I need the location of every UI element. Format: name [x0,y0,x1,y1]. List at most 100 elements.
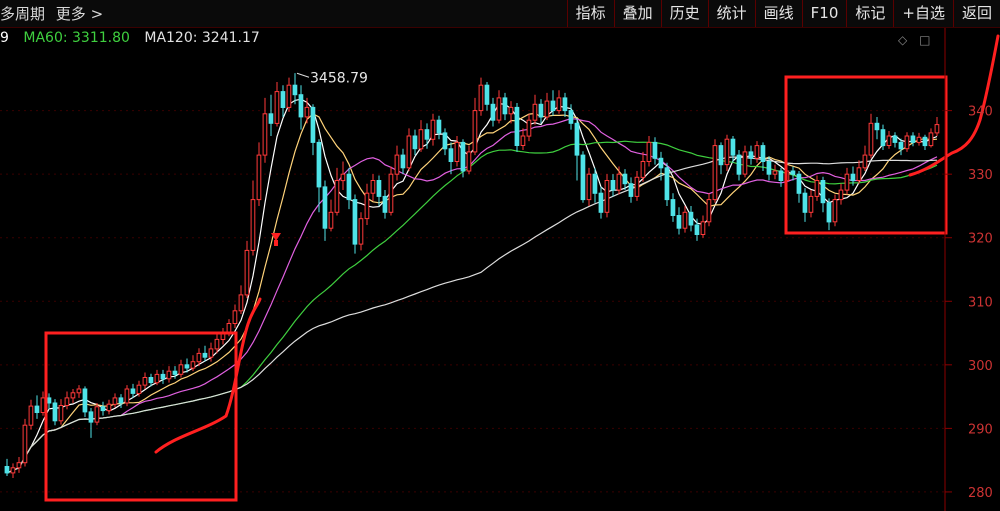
more-button[interactable]: 更多 > [56,5,103,23]
history-button[interactable]: 历史 [660,0,708,27]
candle-body [136,384,142,395]
candle-body [724,138,730,166]
candle-body [766,161,772,175]
candle-body [778,170,784,181]
candle-body [604,180,610,213]
candle-body [574,122,580,156]
candle-body [826,202,832,223]
moving-average-lines [6,98,938,474]
candle-body [388,173,394,213]
candle-body [184,364,190,369]
candle-body [598,192,604,213]
candle-body [28,405,34,426]
candle-body [676,215,682,229]
candle-body [310,106,316,143]
candle-body [304,106,310,118]
candle-body [508,106,514,115]
candle-body [772,170,778,175]
candle-body [76,388,82,394]
candle-body [400,154,406,169]
candle-body [754,145,760,159]
candle-body [586,173,592,201]
candle-body [868,122,874,156]
candle-body [22,424,28,464]
candle-body [514,106,520,146]
candle-body [616,173,622,191]
candle-body [58,405,64,422]
candle-body [274,91,280,124]
candle-body [316,141,322,188]
candle-body [256,154,262,201]
candle-body [454,141,460,163]
candle-body [430,119,436,140]
y-tick-label: 330 [968,168,993,183]
indicator-button[interactable]: 指标 [566,0,614,27]
ma20-line [6,117,938,474]
candle-body [466,151,472,172]
candle-body [142,377,148,386]
candle-body [70,392,76,399]
candle-body [520,135,526,146]
candle-body [628,183,634,197]
candle-body [322,186,328,229]
candle-body [190,361,196,369]
annotation-stroke-left [154,297,262,454]
add-watchlist-button[interactable]: +自选 [893,0,953,27]
candle-body [568,110,574,124]
candle-body [100,406,106,412]
candle-body [346,173,352,201]
candle-body [580,154,586,201]
y-tick-label: 340 [968,105,993,120]
multi-period-button[interactable]: 多周期 [0,5,45,23]
candle-body [478,84,484,112]
candle-body [94,406,100,423]
statistics-button[interactable]: 统计 [707,0,755,27]
candle-body [502,97,508,115]
annotation-box-left [44,331,238,502]
overlay-button[interactable]: 叠加 [613,0,661,27]
candle-body [874,122,880,131]
candle-body [88,411,94,423]
candle-body [106,403,112,412]
candle-body [550,100,556,112]
candle-body [910,135,916,143]
candle-body [538,103,544,118]
candle-body [208,348,214,358]
candle-body [562,97,568,112]
grid-lines [0,110,945,493]
candle-body [196,352,202,363]
candle-body [496,97,502,121]
candle-body [166,370,172,380]
candle-body [178,364,184,375]
f10-button[interactable]: F10 [801,0,847,27]
candle-body [394,154,400,175]
candle-body [526,119,532,137]
candle-body [436,119,442,134]
y-tick-label: 320 [968,232,993,247]
candle-body [802,192,808,213]
candle-body [544,100,550,118]
back-button[interactable]: 返回 [952,0,1000,27]
y-tick-label: 310 [968,295,993,310]
candle-body [292,84,298,96]
candle-body [664,167,670,201]
mark-button[interactable]: 标记 [846,0,893,27]
candle-body [832,199,838,223]
candle-body [856,167,862,182]
candle-body [340,173,346,182]
y-tick-label: 300 [968,359,993,374]
candle-body [52,402,58,422]
candle-body [130,388,136,394]
candle-body [556,97,562,112]
candle-body [4,466,10,474]
candle-body [916,136,922,143]
candle-body [712,145,718,201]
annotations: 3458.79 [44,34,1000,502]
candle-body [748,151,754,159]
candle-body [892,135,898,143]
candle-body [886,135,892,146]
candle-body [46,397,52,404]
candle-body [154,373,160,384]
candle-body [820,180,826,204]
draw-line-button[interactable]: 画线 [754,0,802,27]
